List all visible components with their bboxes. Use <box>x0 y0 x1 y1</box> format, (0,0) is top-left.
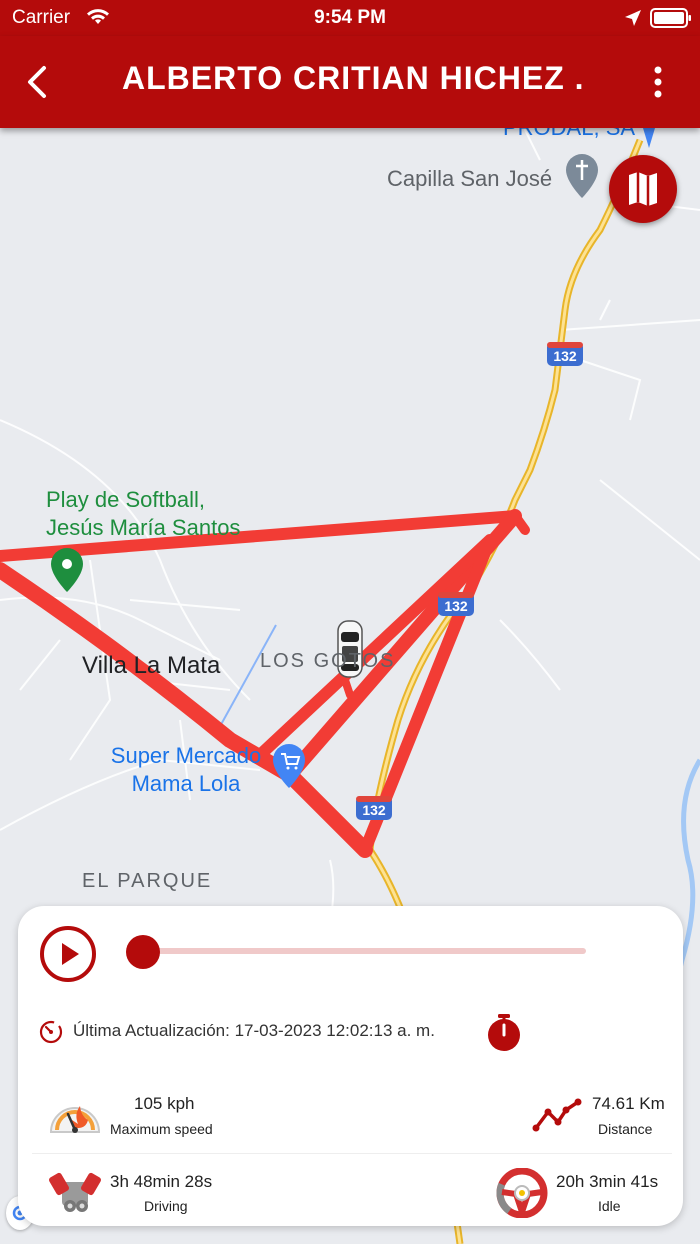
map-label-villa: Villa La Mata <box>82 652 221 679</box>
map-label-capilla[interactable]: Capilla San José <box>387 166 552 192</box>
last-update-text: Última Actualización: 17-03-2023 12:02:1… <box>73 1021 435 1040</box>
map-icon <box>629 172 657 206</box>
play-icon <box>62 943 79 965</box>
map-label-softball-line2[interactable]: Jesús María Santos <box>46 514 240 542</box>
playback-panel: Última Actualización: 17-03-2023 12:02:1… <box>18 906 683 1226</box>
timer-icon <box>38 1018 64 1049</box>
steering-wheel-icon <box>496 1167 548 1223</box>
stopwatch-icon <box>488 1014 520 1051</box>
highway-shield-label: 132 <box>362 802 386 818</box>
stopwatch-button[interactable] <box>484 1012 524 1057</box>
map-type-button[interactable] <box>609 155 677 223</box>
location-arrow-icon <box>624 9 642 32</box>
distance-value: 74.61 Km <box>592 1094 665 1113</box>
back-button[interactable] <box>22 62 54 102</box>
max-speed-label: Maximum speed <box>110 1121 213 1137</box>
speedometer-icon <box>48 1094 102 1141</box>
highway-shield-label: 132 <box>553 348 577 364</box>
battery-icon <box>650 8 692 33</box>
map-label-softball-line1[interactable]: Play de Softball, <box>46 486 205 514</box>
play-button[interactable] <box>40 926 96 982</box>
map-label-super-line1[interactable]: Super Mercado <box>106 742 266 770</box>
playback-slider-thumb[interactable] <box>126 935 160 969</box>
chevron-left-icon <box>28 66 46 98</box>
distance-label: Distance <box>598 1121 653 1137</box>
engine-icon <box>48 1168 102 1219</box>
clock: 9:54 PM <box>314 7 386 28</box>
stats-divider <box>32 1153 672 1154</box>
max-speed-value: 105 kph <box>134 1094 195 1113</box>
status-bar: Carrier 9:54 PM <box>0 0 700 36</box>
driving-label: Driving <box>144 1198 188 1214</box>
playback-slider-track[interactable] <box>126 948 586 954</box>
app-bar: ALBERTO CRITIAN HICHEZ ... <box>0 36 700 128</box>
map-label-super-line2[interactable]: Mama Lola <box>106 770 266 798</box>
more-options-button[interactable] <box>646 62 670 102</box>
idle-value: 20h 3min 41s <box>556 1172 659 1191</box>
more-vertical-icon <box>654 66 662 98</box>
map-label-los-gotos: LOS GOTOS <box>260 650 396 672</box>
route-graph-icon <box>532 1098 582 1137</box>
idle-label: Idle <box>598 1198 621 1214</box>
driving-value: 3h 48min 28s <box>110 1172 213 1191</box>
map-label-el-parque: EL PARQUE <box>82 870 213 892</box>
highway-shield-label: 132 <box>444 598 468 614</box>
page-title: ALBERTO CRITIAN HICHEZ ... <box>122 60 582 96</box>
